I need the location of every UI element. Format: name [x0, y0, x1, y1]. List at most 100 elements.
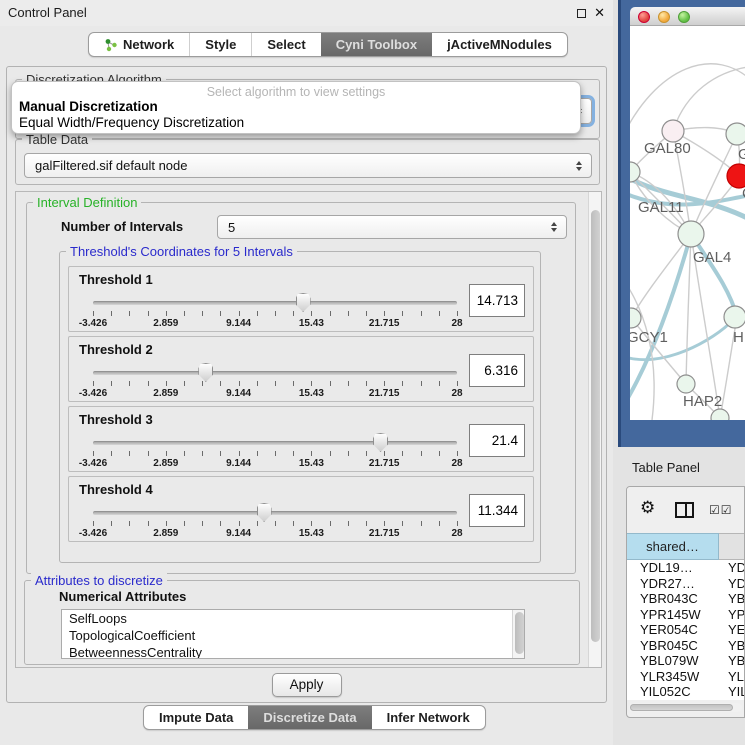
tab-network[interactable]: Network — [89, 33, 189, 56]
tick-label: 15.43 — [299, 388, 324, 399]
network-node[interactable] — [678, 221, 704, 247]
slider-tick — [111, 451, 112, 456]
slider-tick — [366, 451, 367, 456]
network-node[interactable] — [677, 375, 695, 393]
close-icon[interactable]: ✕ — [594, 5, 605, 21]
threshold-value-input[interactable]: 6.316 — [469, 354, 525, 387]
threshold-panel: Threshold 2-3.4262.8599.14415.4321.71528… — [68, 336, 534, 402]
table-row[interactable]: YDR27…YDR2 — [627, 576, 745, 592]
list-item[interactable]: TopologicalCoefficient — [62, 627, 524, 644]
tab-impute-data[interactable]: Impute Data — [144, 706, 248, 729]
slider-thumb[interactable] — [296, 293, 311, 312]
minimize-traffic-light-icon[interactable] — [658, 11, 670, 23]
tick-label: 2.859 — [153, 458, 178, 469]
threshold-value-input[interactable]: 14.713 — [469, 284, 525, 317]
node-label: H — [733, 329, 744, 346]
slider-tick — [311, 451, 312, 456]
table-data-combobox[interactable]: galFiltered.sif default node — [24, 153, 592, 178]
slider-tick-labels: -3.4262.8599.14415.4321.71528 — [93, 528, 457, 540]
slider-tick — [257, 521, 258, 526]
table-row[interactable]: YLR345WYLR3 — [627, 669, 745, 685]
list-item[interactable]: BetweennessCentrality — [62, 644, 524, 659]
algorithm-option[interactable]: Equal Width/Frequency Discretization — [12, 115, 580, 131]
threshold-slider: -3.4262.8599.14415.4321.71528 — [93, 291, 457, 331]
network-edge — [630, 64, 745, 138]
tab-cyni-toolbox[interactable]: Cyni Toolbox — [321, 33, 432, 56]
group-title: Interval Definition — [33, 195, 141, 210]
network-edge — [631, 234, 691, 318]
slider-thumb[interactable] — [257, 503, 272, 522]
apply-button[interactable]: Apply — [272, 673, 342, 697]
slider-tick — [330, 451, 331, 456]
slider-tick — [220, 311, 221, 316]
number-of-intervals-combobox[interactable]: 5 — [217, 215, 567, 239]
table-row[interactable]: YPR145WYPR1 — [627, 607, 745, 623]
slider-track[interactable] — [93, 371, 457, 375]
cell-name: YIL0 — [719, 684, 745, 700]
slider-tick — [366, 381, 367, 386]
network-node[interactable] — [630, 308, 641, 328]
gear-icon[interactable]: ⚙ — [640, 498, 655, 518]
slider-tick — [439, 451, 440, 456]
tab-jactivemnodules[interactable]: jActiveMNodules — [432, 33, 567, 56]
threshold-value-input[interactable]: 21.4 — [469, 424, 525, 457]
slider-tick — [293, 451, 294, 456]
cell-name: YBR0 — [719, 638, 745, 654]
numerical-attributes-label: Numerical Attributes — [59, 589, 186, 604]
zoom-traffic-light-icon[interactable] — [678, 11, 690, 23]
table-row[interactable]: YDL19…YDL1 — [627, 560, 745, 576]
table-row[interactable]: YBR045CYBR0 — [627, 638, 745, 654]
table-row[interactable]: YBR043CYBR0 — [627, 591, 745, 607]
panel-scrollbar[interactable] — [588, 192, 601, 667]
network-node[interactable] — [662, 120, 684, 142]
algorithm-dropdown-popup: Select algorithm to view settings Manual… — [11, 81, 581, 134]
threshold-value-input[interactable]: 11.344 — [469, 494, 525, 527]
columns-icon[interactable] — [675, 502, 694, 518]
tab-style[interactable]: Style — [189, 33, 251, 56]
algorithm-option[interactable]: Manual Discretization — [12, 99, 580, 115]
table-horizontal-scrollbar[interactable] — [629, 703, 742, 712]
scrollbar-thumb[interactable] — [630, 704, 733, 711]
list-scrollbar[interactable] — [512, 610, 524, 658]
float-window-icon[interactable] — [577, 9, 586, 18]
slider-tick — [202, 311, 203, 316]
slider-tick — [220, 521, 221, 526]
tick-label: 9.144 — [226, 458, 251, 469]
numerical-attributes-list[interactable]: SelfLoopsTopologicalCoefficientBetweenne… — [61, 609, 525, 659]
scrollbar-thumb[interactable] — [591, 210, 600, 642]
slider-track[interactable] — [93, 511, 457, 515]
close-traffic-light-icon[interactable] — [638, 11, 650, 23]
table-row[interactable]: YIL052CYIL0 — [627, 684, 745, 700]
slider-thumb[interactable] — [198, 363, 213, 382]
tab-label: Cyni Toolbox — [336, 33, 417, 56]
interval-definition-group: Interval Definition Number of Intervals … — [26, 202, 576, 574]
column-header-shared-name[interactable]: shared… — [627, 533, 719, 560]
node-label: GA — [738, 146, 745, 163]
list-item[interactable]: SelfLoops — [62, 610, 524, 627]
slider-track[interactable] — [93, 301, 457, 305]
tick-label: 28 — [451, 318, 462, 329]
table-row[interactable]: YBL079WYBL0 — [627, 653, 745, 669]
slider-tick — [202, 521, 203, 526]
slider-thumb[interactable] — [373, 433, 388, 452]
network-node[interactable] — [630, 162, 640, 182]
table-row[interactable]: YER054CYER0 — [627, 622, 745, 638]
network-node[interactable] — [726, 123, 745, 145]
scrollbar-thumb[interactable] — [515, 612, 524, 654]
tick-label: 15.43 — [299, 528, 324, 539]
column-header-name[interactable]: na — [719, 533, 745, 560]
network-canvas[interactable]: GAL80GACGAL11GAL4GCY1HHAP2 — [630, 26, 745, 420]
slider-tick — [148, 451, 149, 456]
tick-label: -3.426 — [79, 388, 107, 399]
slider-track[interactable] — [93, 441, 457, 445]
tick-label: 21.715 — [369, 388, 400, 399]
tick-label: 2.859 — [153, 388, 178, 399]
table-rows: YDL19…YDL1YDR27…YDR2YBR043CYBR0YPR145WYP… — [627, 560, 745, 700]
slider-tick-labels: -3.4262.8599.14415.4321.71528 — [93, 318, 457, 330]
checkbox-icons[interactable]: ☑☑ — [709, 503, 733, 517]
tab-select[interactable]: Select — [251, 33, 320, 56]
panel-title: Control Panel — [8, 0, 87, 26]
tab-infer-network[interactable]: Infer Network — [372, 706, 485, 729]
tab-discretize-data[interactable]: Discretize Data — [248, 706, 371, 729]
network-node[interactable] — [724, 306, 745, 328]
